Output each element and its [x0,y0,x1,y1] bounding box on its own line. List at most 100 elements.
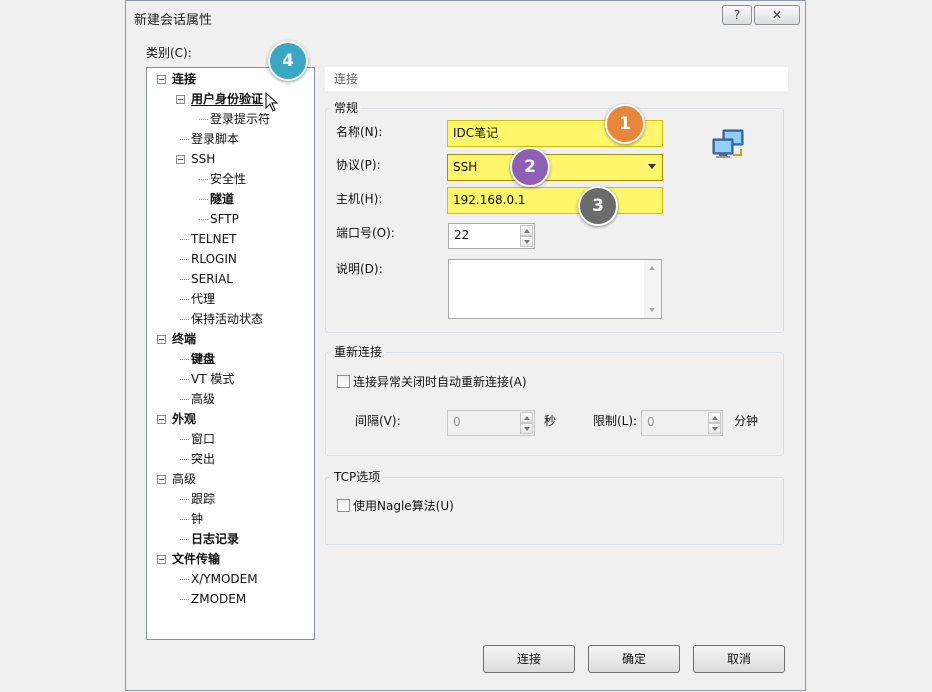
interval-label: 间隔(V): [355,414,401,428]
tree-item[interactable]: TELNET [191,230,237,248]
limit-decrement[interactable] [708,423,721,434]
tree-item[interactable]: 键盘 [191,350,215,368]
tree-item[interactable]: 文件传输 [172,550,220,568]
tree-connector [180,459,189,460]
tree-item[interactable]: 代理 [191,290,215,308]
reconnect-group [325,352,784,456]
tree-collapse-icon[interactable]: − [157,555,166,564]
tree-connector [180,239,189,240]
name-label: 名称(N): [336,125,383,139]
help-button[interactable]: ? [722,5,752,25]
tree-item[interactable]: 登录提示符 [210,110,270,128]
tree-item[interactable]: X/YMODEM [191,570,258,588]
tree-connector [199,219,208,220]
tree-collapse-icon[interactable]: − [157,475,166,484]
tree-connector [180,359,189,360]
tree-item[interactable]: 隧道 [210,190,234,208]
tree-connector [180,579,189,580]
title-bar: 新建会话属性 ? ✕ [126,1,805,35]
interval-unit: 秒 [544,414,557,428]
tree-connector [180,319,189,320]
limit-increment[interactable] [708,412,721,423]
tree-item[interactable]: VT 模式 [191,370,234,388]
description-label: 说明(D): [336,262,383,276]
cancel-button[interactable]: 取消 [693,645,785,673]
close-button[interactable]: ✕ [754,5,800,25]
tree-item[interactable]: RLOGIN [191,250,237,268]
tree-item[interactable]: 安全性 [210,170,246,188]
annotation-badge-3: 3 [578,186,618,226]
interval-value: 0 [453,415,461,429]
tree-item[interactable]: 钟 [191,510,203,528]
interval-stepper[interactable]: 0 [447,410,535,436]
port-increment[interactable] [520,225,533,236]
tree-item[interactable]: SERIAL [191,270,233,288]
tree-item[interactable]: 高级 [191,390,215,408]
tree-item[interactable]: 高级 [172,470,196,488]
tree-connector [199,179,208,180]
tree-item[interactable]: ZMODEM [191,590,246,608]
name-value: IDC笔记 [453,126,499,140]
protocol-select[interactable]: SSH [447,154,663,181]
nagle-checkbox[interactable] [337,499,350,512]
tree-connector [199,119,208,120]
port-value: 22 [454,228,470,242]
tree-item[interactable]: 终端 [172,330,196,348]
description-input[interactable] [448,259,662,319]
description-scrollbar[interactable] [644,260,661,318]
tree-item[interactable]: 日志记录 [191,530,239,548]
tree-connector [180,499,189,500]
ok-button[interactable]: 确定 [588,645,680,673]
auto-reconnect-checkbox[interactable] [337,375,350,388]
tree-collapse-icon[interactable]: − [176,155,185,164]
host-value: 192.168.0.1 [453,193,526,207]
tcp-group-label: TCP选项 [331,470,384,484]
tree-item[interactable]: 跟踪 [191,490,215,508]
annotation-badge-2: 2 [510,147,550,187]
tree-item[interactable]: 突出 [191,450,215,468]
chevron-down-icon [648,164,656,169]
panel-header: 连接 [325,67,788,91]
tree-item[interactable]: 用户身份验证 [191,90,263,108]
tree-connector [180,539,189,540]
tree-collapse-icon[interactable]: − [176,95,185,104]
tree-connector [199,199,208,200]
tree-connector [180,399,189,400]
tree-connector [180,139,189,140]
annotation-badge-4: 4 [268,41,308,81]
connect-button[interactable]: 连接 [483,645,575,673]
limit-stepper[interactable]: 0 [641,410,723,436]
tree-collapse-icon[interactable]: − [157,415,166,424]
tree-item[interactable]: 登录脚本 [191,130,239,148]
tree-item[interactable]: 连接 [172,70,196,88]
tree-item[interactable]: 保持活动状态 [191,310,263,328]
port-decrement[interactable] [520,236,533,247]
host-label: 主机(H): [336,192,383,206]
tree-collapse-icon[interactable]: − [157,75,166,84]
interval-increment[interactable] [520,412,533,423]
interval-decrement[interactable] [520,423,533,434]
general-group-label: 常规 [331,101,362,115]
limit-unit: 分钟 [734,414,759,428]
tree-item[interactable]: SSH [191,150,215,168]
tree-connector [180,439,189,440]
limit-label: 限制(L): [593,414,638,428]
host-input[interactable]: 192.168.0.1 [447,187,663,214]
tree-connector [180,519,189,520]
protocol-value: SSH [453,160,478,174]
port-stepper[interactable]: 22 [448,223,535,249]
nagle-label: 使用Nagle算法(U) [353,499,454,513]
window-title: 新建会话属性 [134,13,213,28]
tree-collapse-icon[interactable]: − [157,335,166,344]
reconnect-group-label: 重新连接 [331,345,386,359]
session-properties-dialog: 新建会话属性 ? ✕ 类别(C): − 连接 − 用户身份验证 登录提示符 登录脚本 − SS… [125,0,806,691]
category-label: 类别(C): [146,46,192,60]
category-tree[interactable]: − 连接 − 用户身份验证 登录提示符 登录脚本 − SSH 安全性 隧道 SFTP TELNET RL… [146,67,315,640]
tree-item[interactable]: 窗口 [191,430,215,448]
port-label: 端口号(O): [336,226,395,240]
annotation-badge-1: 1 [605,104,645,144]
tree-connector [180,279,189,280]
tree-item[interactable]: 外观 [172,410,196,428]
tree-connector [180,379,189,380]
tree-item[interactable]: SFTP [210,210,239,228]
